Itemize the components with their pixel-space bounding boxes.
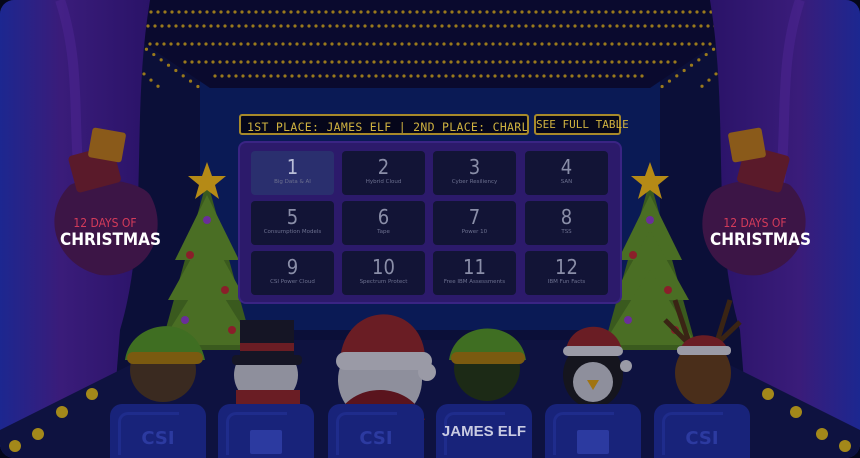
day-number: 3 <box>468 155 481 179</box>
day-label: IBM Fun Facts <box>547 279 586 285</box>
day-9-tile[interactable]: 9 CSI Power Cloud <box>251 251 334 295</box>
day-number: 7 <box>468 205 481 229</box>
day-11-tile[interactable]: 11 Free IBM Assessments <box>433 251 516 295</box>
badge-line1: 12 DAYS OF <box>73 216 137 230</box>
day-1-tile[interactable]: 1 Big Data & AI <box>251 151 334 195</box>
game-stage: 12 DAYS OF CHRISTMAS 12 DAYS OF CHRISTMA… <box>0 0 860 458</box>
badge-line2: CHRISTMAS <box>60 230 162 250</box>
player-name: JAMES ELF <box>441 423 527 440</box>
day-label: Hybrid Cloud <box>365 179 402 185</box>
seat-logo: CSI <box>141 428 175 449</box>
day-number: 11 <box>463 255 486 279</box>
day-label: Power 10 <box>461 229 488 235</box>
day-label: SAN <box>560 179 573 185</box>
seat-6: CSI <box>654 404 750 458</box>
seat-3: CSI <box>328 404 424 458</box>
day-2-tile[interactable]: 2 Hybrid Cloud <box>342 151 425 195</box>
day-number: 12 <box>555 255 578 279</box>
day-12-tile[interactable]: 12 IBM Fun Facts <box>525 251 608 295</box>
leaderboard-text: 1ST PLACE: JAMES ELF | 2ND PLACE: CHARLI… <box>247 120 529 134</box>
seat-1: CSI <box>110 404 206 458</box>
day-label: CSI Power Cloud <box>270 279 315 285</box>
day-3-tile[interactable]: 3 Cyber Resiliency <box>433 151 516 195</box>
advent-board: 1 Big Data & AI 2 Hybrid Cloud 3 Cyber Resi… <box>240 143 620 302</box>
day-number: 9 <box>286 255 299 279</box>
day-label: TSS <box>561 229 572 235</box>
badge-line2: CHRISTMAS <box>710 230 812 250</box>
leaderboard-ticker: 1ST PLACE: JAMES ELF | 2ND PLACE: CHARLI… <box>239 114 529 135</box>
day-label: Consumption Models <box>263 229 322 235</box>
seat-card-icon <box>250 430 282 454</box>
badge-line1: 12 DAYS OF <box>723 216 787 230</box>
day-number: 8 <box>560 205 573 229</box>
seat-2 <box>218 404 314 458</box>
day-number: 6 <box>377 205 390 229</box>
day-8-tile[interactable]: 8 TSS <box>525 201 608 245</box>
see-full-table-button[interactable]: SEE FULL TABLE <box>534 114 629 135</box>
left-event-badge: 12 DAYS OF CHRISTMAS <box>60 160 162 280</box>
day-7-tile[interactable]: 7 Power 10 <box>433 201 516 245</box>
day-number: 10 <box>372 255 395 279</box>
day-label: Spectrum Protect <box>359 279 408 285</box>
day-label: Tape <box>377 229 390 235</box>
day-5-tile[interactable]: 5 Consumption Models <box>251 201 334 245</box>
day-6-tile[interactable]: 6 Tape <box>342 201 425 245</box>
day-10-tile[interactable]: 10 Spectrum Protect <box>342 251 425 295</box>
day-number: 4 <box>560 155 573 179</box>
day-number: 1 <box>286 155 299 179</box>
seat-logo: CSI <box>359 428 393 449</box>
seat-card-icon <box>577 430 609 454</box>
right-event-badge: 12 DAYS OF CHRISTMAS <box>710 160 812 280</box>
seat-logo: CSI <box>685 428 719 449</box>
day-label: Free IBM Assessments <box>443 279 506 285</box>
day-4-tile[interactable]: 4 SAN <box>525 151 608 195</box>
day-number: 5 <box>286 205 299 229</box>
seat-5 <box>545 404 641 458</box>
day-label: Big Data & AI <box>274 179 311 185</box>
day-label: Cyber Resiliency <box>451 179 498 185</box>
day-number: 2 <box>377 155 390 179</box>
